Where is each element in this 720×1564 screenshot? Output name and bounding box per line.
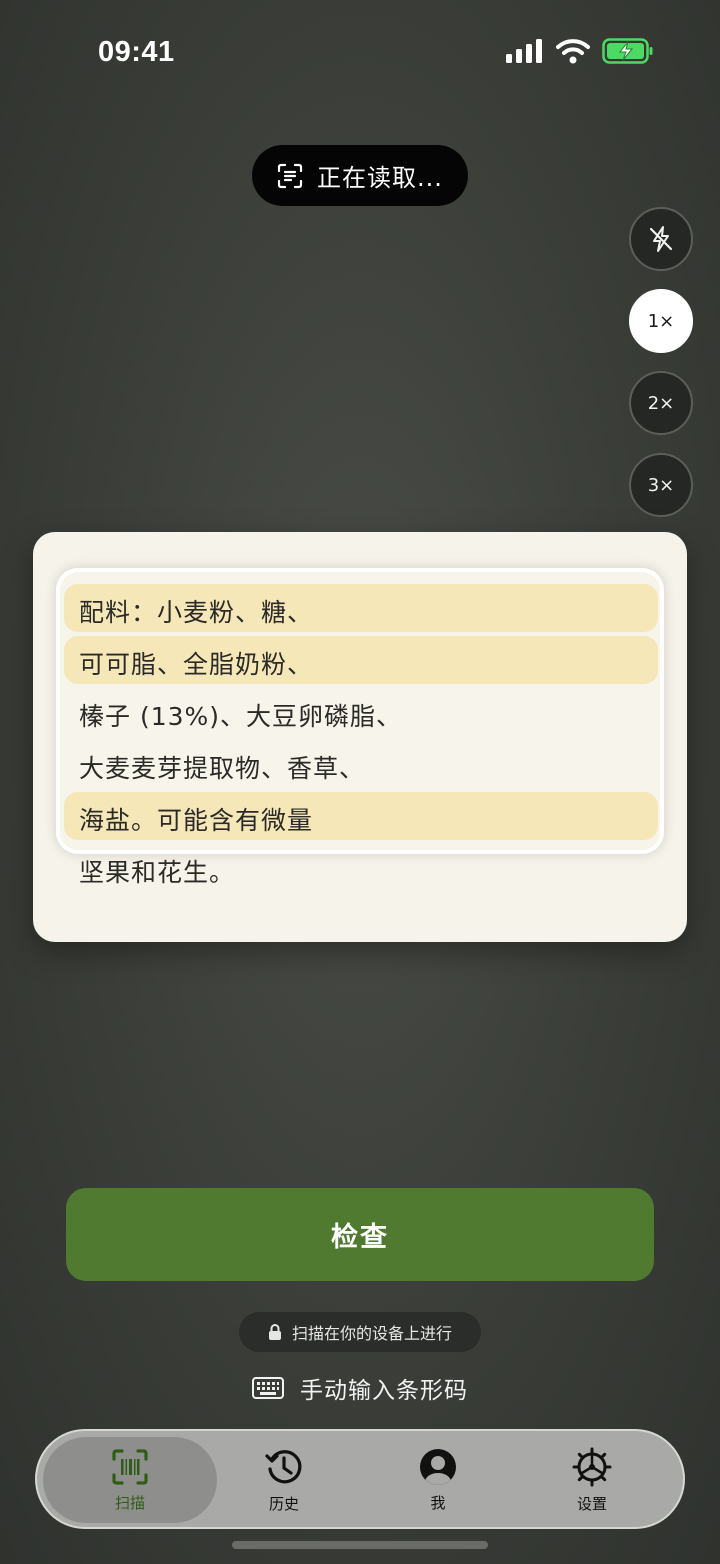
zoom-1x-button[interactable]: 1× — [629, 289, 693, 353]
label-line: 榛子 (13%)、大豆卵磷脂、 — [79, 702, 403, 731]
battery-charging-icon — [602, 38, 653, 64]
label-line: 配料：小麦粉、糖、 — [79, 598, 314, 627]
label-line: 坚果和花生。 — [79, 858, 236, 887]
tab-bar: 扫描 历史 我 设置 — [35, 1429, 685, 1529]
home-indicator — [232, 1541, 488, 1549]
reading-status-text: 正在读取... — [317, 164, 443, 192]
history-icon — [265, 1449, 302, 1483]
tab-label: 历史 — [268, 1494, 299, 1513]
flash-toggle-button[interactable] — [629, 207, 693, 271]
privacy-note-text: 扫描在你的设备上进行 — [291, 1324, 452, 1343]
barcode-scan-icon — [112, 1448, 148, 1485]
status-icons — [506, 38, 654, 64]
tab-label: 设置 — [576, 1494, 607, 1513]
profile-icon — [420, 1448, 456, 1485]
tab-label: 扫描 — [114, 1493, 145, 1512]
keyboard-icon — [252, 1377, 284, 1399]
privacy-note: 扫描在你的设备上进行 — [239, 1312, 481, 1352]
wifi-icon — [556, 39, 590, 64]
label-line: 海盐。可能含有微量 — [79, 806, 314, 835]
flash-off-icon — [649, 226, 673, 252]
manual-entry-button[interactable]: 手动输入条形码 — [252, 1370, 468, 1406]
tab-history[interactable]: 历史 — [197, 1437, 371, 1523]
check-button[interactable]: 检查 — [66, 1188, 654, 1281]
zoom-3x-button[interactable]: 3× — [629, 453, 693, 517]
reading-status-pill: 正在读取... — [252, 145, 468, 206]
zoom-2x-button[interactable]: 2× — [629, 371, 693, 435]
tab-profile[interactable]: 我 — [351, 1437, 525, 1523]
lock-icon — [268, 1324, 281, 1340]
status-time: 09:41 — [98, 36, 175, 68]
status-bar: 09:41 — [0, 0, 720, 100]
tab-label: 我 — [430, 1493, 446, 1512]
cellular-signal-icon — [506, 39, 542, 63]
tab-settings[interactable]: 设置 — [505, 1437, 679, 1523]
gear-icon — [572, 1447, 612, 1486]
tab-scan[interactable]: 扫描 — [43, 1437, 217, 1523]
text-scan-icon — [277, 163, 303, 188]
label-line: 可可脂、全脂奶粉、 — [79, 650, 314, 679]
manual-entry-label: 手动输入条形码 — [300, 1378, 468, 1404]
label-line: 大麦麦芽提取物、香草、 — [79, 754, 366, 783]
